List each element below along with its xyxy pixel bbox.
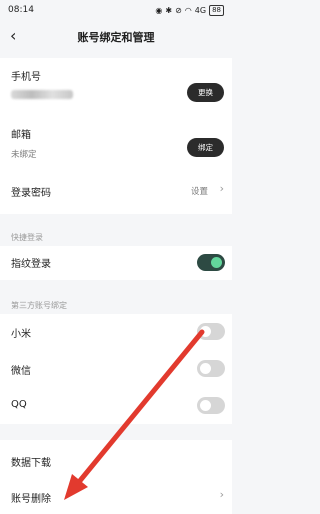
- account-delete-row[interactable]: 账号删除 ›: [0, 480, 232, 514]
- qq-toggle[interactable]: [197, 397, 225, 414]
- toggle-knob: [200, 363, 211, 374]
- chevron-right-icon: ›: [219, 488, 224, 501]
- password-value: 设置: [190, 187, 208, 197]
- qq-row: QQ: [0, 386, 232, 422]
- wechat-label: 微信: [11, 366, 31, 377]
- third-party-card: 小米 微信 QQ: [0, 314, 232, 424]
- change-phone-button[interactable]: 更换: [187, 83, 224, 102]
- eye-icon: ◉: [155, 5, 163, 15]
- toggle-knob: [200, 400, 211, 411]
- bind-email-button[interactable]: 绑定: [187, 138, 224, 157]
- wechat-row: 微信: [0, 350, 232, 386]
- mute-icon: ⊘: [175, 5, 182, 15]
- battery-icon: 88: [209, 4, 224, 16]
- data-download-row[interactable]: 数据下载: [0, 440, 232, 476]
- data-download-label: 数据下载: [11, 458, 51, 469]
- qq-label: QQ: [11, 399, 27, 410]
- wifi-icon: ◠: [184, 5, 192, 15]
- email-status: 未绑定: [11, 150, 37, 160]
- xiaomi-toggle[interactable]: [197, 323, 225, 340]
- third-party-section-title: 第三方账号绑定: [11, 301, 67, 310]
- data-card: 数据下载 账号删除 ›: [0, 440, 232, 514]
- account-card: 手机号 更换 邮箱 未绑定 绑定 登录密码 设置 ›: [0, 58, 232, 214]
- back-arrow-icon[interactable]: ‹: [10, 26, 16, 46]
- xiaomi-label: 小米: [11, 329, 31, 340]
- toggle-knob: [211, 257, 222, 268]
- email-label: 邮箱: [11, 130, 31, 141]
- network-label: 4G: [194, 5, 207, 15]
- status-icons: ◉ ✱ ⊘ ◠ 4G 88: [155, 4, 224, 16]
- page-title: 账号绑定和管理: [77, 31, 155, 44]
- wechat-toggle[interactable]: [197, 360, 225, 377]
- phone-number-masked: [11, 90, 73, 99]
- page-header: ‹ 账号绑定和管理: [0, 24, 232, 50]
- fingerprint-label: 指纹登录: [11, 259, 51, 270]
- status-time: 08:14: [8, 5, 34, 15]
- fingerprint-toggle[interactable]: [197, 254, 225, 271]
- email-row: 邮箱 未绑定 绑定: [0, 114, 232, 170]
- account-delete-label: 账号删除: [11, 494, 51, 505]
- phone-label: 手机号: [11, 72, 41, 83]
- bluetooth-icon: ✱: [165, 5, 173, 15]
- fingerprint-row: 指纹登录: [0, 246, 232, 280]
- quick-login-section-title: 快捷登录: [11, 233, 43, 242]
- toggle-knob: [200, 326, 211, 337]
- xiaomi-row: 小米: [0, 314, 232, 350]
- status-bar: 08:14 ◉ ✱ ⊘ ◠ 4G 88: [0, 0, 232, 20]
- password-row[interactable]: 登录密码 设置 ›: [0, 170, 232, 214]
- chevron-right-icon: ›: [219, 182, 224, 195]
- phone-row: 手机号 更换: [0, 58, 232, 114]
- password-label: 登录密码: [11, 188, 51, 199]
